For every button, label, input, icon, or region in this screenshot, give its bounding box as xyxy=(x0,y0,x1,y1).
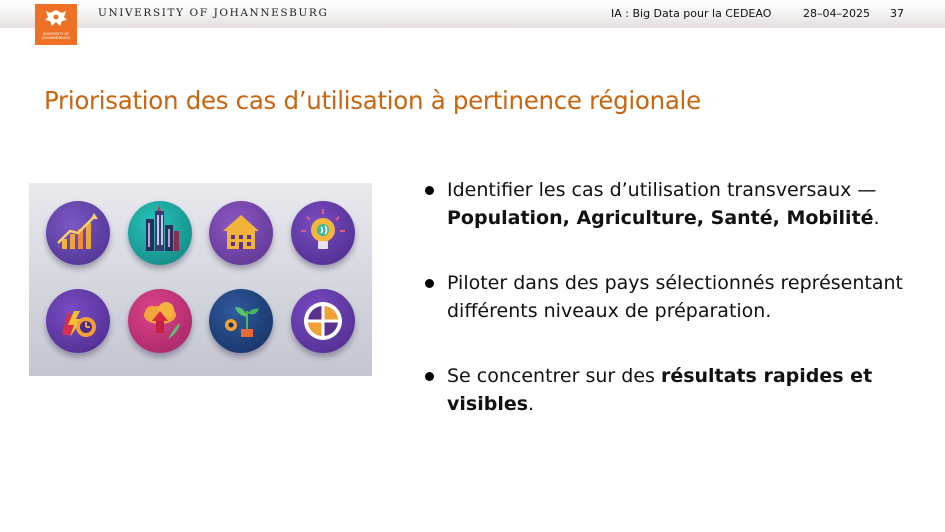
bullet-punct: . xyxy=(873,207,880,229)
bullet-text: Identifier les cas d’utilisation transve… xyxy=(447,176,903,232)
house-icon xyxy=(209,201,273,265)
university-logo: UNIVERSITY OF JOHANNESBURG xyxy=(35,4,77,45)
bullet-punct: . xyxy=(528,393,535,415)
slide-title: Priorisation des cas d’utilisation à per… xyxy=(44,86,701,115)
cloud-upload-icon xyxy=(128,289,192,353)
slide-date: 28–04–2025 xyxy=(803,7,870,20)
bullet-emphasis: résultats rapides et xyxy=(660,365,873,387)
bullet-emphasis: visibles xyxy=(447,393,529,415)
page-number: 37 xyxy=(890,7,904,20)
crest-icon xyxy=(45,10,67,26)
bullet-emphasis: Population, Agriculture, Santé, Mobilité xyxy=(447,207,874,229)
plant-gear-icon xyxy=(209,289,273,353)
bullet-text: Se concentrer sur des résultats rapides … xyxy=(447,362,903,418)
bullet-line: Piloter dans des pays sélectionnés repré… xyxy=(447,272,903,294)
university-name: UNIVERSITY OF JOHANNESBURG xyxy=(98,7,329,19)
bullet-dot xyxy=(425,372,434,381)
bullet-line: Identifier les cas d’utilisation transve… xyxy=(447,179,877,201)
bullet-text: Piloter dans des pays sélectionnés repré… xyxy=(447,269,903,325)
bullet-dot xyxy=(425,186,434,195)
city-buildings-icon xyxy=(128,201,192,265)
energy-gear-icon xyxy=(46,289,110,353)
logo-caption: UNIVERSITY OF JOHANNESBURG xyxy=(41,32,71,40)
lightbulb-icon xyxy=(291,201,355,265)
use-case-icons-illustration xyxy=(29,183,372,376)
crosshair-icon xyxy=(291,289,355,353)
growth-chart-icon xyxy=(46,201,110,265)
header-bar: UNIVERSITY OF JOHANNESBURG IA : Big Data… xyxy=(0,0,945,28)
bullet-dot xyxy=(425,279,434,288)
bullet-line: Se concentrer sur des xyxy=(447,365,661,387)
course-title: IA : Big Data pour la CEDEAO xyxy=(611,7,772,20)
bullet-line: différents niveaux de préparation. xyxy=(447,300,772,322)
